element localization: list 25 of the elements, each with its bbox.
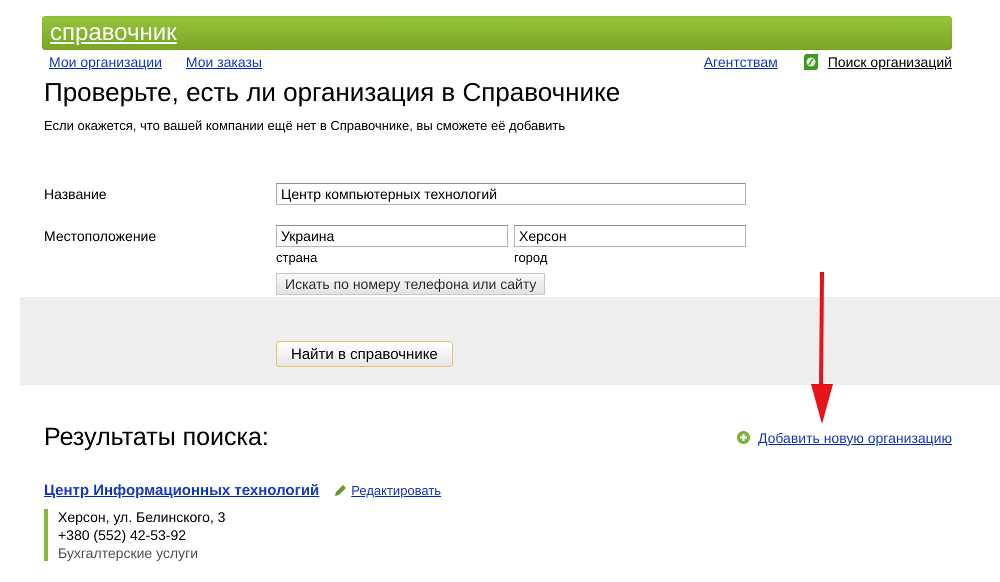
phone-text: +380 (552) 42-53-92 [58, 527, 188, 543]
organization-link[interactable]: Центр Информационных технологий [44, 482, 320, 499]
agencies-link[interactable]: Агентствам [704, 54, 778, 70]
category-text: Бухгалтерские услуги [58, 545, 200, 561]
field-label: Местоположение [44, 227, 158, 244]
field-hint: город [514, 250, 548, 265]
page-subtitle: Если окажется, что вашей компании ещё нет в Справочнике, вы сможете её добавить [44, 118, 566, 133]
search-organizations-link[interactable]: Поиск организаций [828, 54, 952, 70]
city-input[interactable]: Херсон [514, 225, 746, 247]
leaf-icon [802, 53, 820, 71]
pencil-icon [333, 484, 348, 498]
page-title: Проверьте, есть ли организация в Справочнике [44, 77, 622, 108]
name-input[interactable]: Центр компьютерных технологий [276, 183, 746, 205]
results-title: Результаты поиска: [44, 423, 269, 452]
phone-search-button[interactable]: Искать по номеру телефона или сайту [276, 273, 546, 295]
nav-link[interactable]: Мои организации [49, 54, 162, 70]
find-button[interactable]: Найти в справочнике [276, 341, 453, 367]
address-text: Херсон, ул. Белинского, 3 [58, 509, 226, 525]
nav-link[interactable]: Мои заказы [186, 54, 262, 70]
field-label: Название [44, 185, 108, 202]
add-organization-link[interactable]: Добавить новую организацию [758, 430, 952, 446]
edit-link[interactable]: Редактировать [351, 483, 442, 498]
country-input[interactable]: Украина [276, 225, 508, 247]
field-hint: страна [276, 250, 318, 265]
plus-icon [736, 431, 750, 444]
